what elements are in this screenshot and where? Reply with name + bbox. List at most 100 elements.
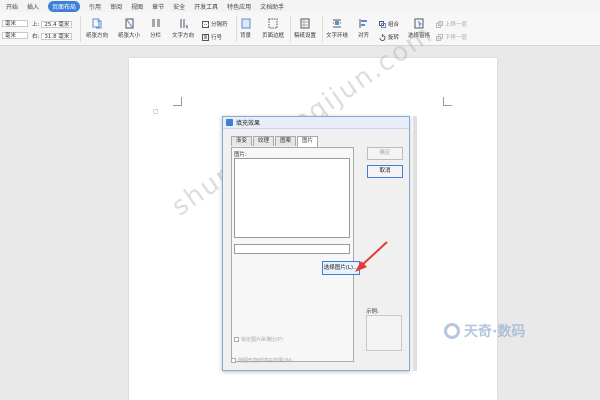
menu-security[interactable]: 安全: [173, 2, 185, 11]
dialog-tabs: 渐变 纹理 图案 图片: [231, 136, 319, 147]
send-backward-label: 下移一层: [445, 35, 468, 41]
margin-bottom-field[interactable]: 毫米: [2, 32, 28, 39]
dialog-title-bar[interactable]: 填充效果: [223, 117, 409, 129]
size-button[interactable]: 纸张大小: [118, 18, 140, 39]
ribbon-separator: [290, 16, 291, 42]
page-margin-corner-top-left: [173, 97, 182, 106]
background-icon: [241, 18, 250, 29]
line-numbers-icon: [202, 33, 209, 41]
send-backward-button[interactable]: 下移一层: [436, 33, 467, 41]
page-borders-label: 页面边框: [262, 33, 285, 39]
menu-features[interactable]: 特色应用: [227, 2, 251, 11]
brand-logo: 天奇·数码: [444, 321, 525, 341]
rotate-with-shape-box: [231, 358, 236, 363]
margin-top-input[interactable]: 25.4 毫米: [41, 20, 73, 28]
ok-button[interactable]: 确定: [367, 147, 403, 160]
group-label: 组合: [388, 22, 400, 28]
margin-top-field[interactable]: 毫米: [2, 20, 28, 27]
send-backward-icon: [436, 33, 443, 41]
margin-top-unit: 毫米: [2, 20, 28, 27]
lock-ratio-label: 锁定图片纵横比(P): [241, 337, 283, 343]
text-wrap-label: 文字环绕: [326, 33, 349, 39]
breaks-button[interactable]: 分隔符: [202, 20, 228, 28]
margin-right-group: 右: 31.8 毫米: [32, 32, 73, 40]
tab-picture[interactable]: 图片: [297, 136, 319, 147]
page-borders-icon: [268, 18, 278, 29]
picture-label: 图片:: [234, 152, 247, 158]
text-wrap-icon: [333, 19, 341, 28]
background-button[interactable]: 背景: [240, 18, 251, 39]
line-numbers-button[interactable]: 行号: [202, 33, 222, 41]
tab-gradient[interactable]: 渐变: [231, 136, 253, 146]
menu-page-layout[interactable]: 页面布局: [48, 0, 81, 12]
menu-start[interactable]: 开始: [6, 2, 18, 11]
background-label: 背景: [240, 33, 252, 39]
draft-settings-button[interactable]: 稿纸设置: [294, 18, 316, 39]
align-label: 对齐: [358, 33, 370, 39]
columns-label: 分栏: [150, 33, 162, 39]
rotate-with-shape-checkbox[interactable]: 随图形旋转填充效果(W): [231, 357, 292, 364]
ribbon-separator: [236, 16, 237, 42]
dialog-title: 填充效果: [236, 120, 261, 127]
margin-right-input[interactable]: 31.8 毫米: [41, 32, 73, 40]
orientation-button[interactable]: 纸张方向: [86, 18, 108, 39]
draft-paper-icon: [300, 18, 310, 29]
columns-button[interactable]: 分栏: [150, 18, 161, 39]
tab-texture[interactable]: 纹理: [253, 136, 275, 146]
menu-references[interactable]: 引用: [89, 2, 101, 11]
logo-text: 天奇·数码: [464, 324, 526, 340]
picture-path-field: [234, 244, 350, 254]
ribbon-separator: [80, 16, 81, 42]
rotate-with-shape-label: 随图形旋转填充效果(W): [238, 358, 292, 364]
menu-insert[interactable]: 插入: [27, 2, 39, 11]
lock-ratio-box: [234, 337, 239, 342]
page-size-icon: [125, 18, 134, 29]
paragraph-icon: ▢: [153, 108, 159, 115]
menu-doc-assistant[interactable]: 文档助手: [260, 2, 284, 11]
bring-forward-icon: [436, 20, 443, 28]
cancel-button[interactable]: 取消: [367, 165, 403, 178]
menu-view[interactable]: 视图: [131, 2, 143, 11]
menu-chapter[interactable]: 章节: [152, 2, 164, 11]
size-label: 纸张大小: [118, 33, 141, 39]
page-margin-corner-top-right: [443, 97, 452, 106]
margin-right-label: 右:: [32, 34, 40, 40]
ribbon: 毫米 上: 25.4 毫米 毫米 右: 31.8 毫米 纸张方向 纸张大小 分栏…: [0, 12, 600, 46]
orientation-label: 纸张方向: [86, 33, 109, 39]
bring-forward-label: 上移一层: [445, 22, 468, 28]
picture-panel: 图片: 选择图片(L)... 锁定图片纵横比(P): [231, 147, 360, 362]
orientation-icon: [92, 18, 102, 29]
align-button[interactable]: 对齐: [358, 18, 369, 39]
margin-top-label: 上:: [32, 22, 40, 28]
picture-preview: [234, 158, 350, 238]
rotate-icon: [379, 33, 386, 41]
app-icon: [226, 119, 233, 126]
draft-settings-label: 稿纸设置: [294, 33, 317, 39]
page-scrollbar[interactable]: [413, 116, 417, 371]
bring-forward-button[interactable]: 上移一层: [436, 20, 467, 28]
margin-bottom-unit: 毫米: [2, 32, 28, 39]
menu-review[interactable]: 审阅: [110, 2, 122, 11]
text-direction-button[interactable]: 文字方向: [172, 18, 194, 39]
margin-top-group: 上: 25.4 毫米: [32, 20, 73, 28]
text-direction-icon: [180, 19, 188, 29]
columns-icon: [151, 19, 160, 27]
group-icon: [379, 20, 386, 28]
text-wrap-button[interactable]: 文字环绕: [326, 18, 348, 39]
group-button[interactable]: 组合: [379, 20, 399, 28]
annotation-arrow-icon: [355, 241, 388, 272]
breaks-label: 分隔符: [211, 22, 228, 28]
menu-developer[interactable]: 开发工具: [194, 2, 218, 11]
align-icon: [359, 19, 367, 28]
lock-ratio-checkbox[interactable]: 锁定图片纵横比(P): [234, 336, 283, 343]
tab-pattern[interactable]: 图案: [275, 136, 297, 146]
logo-ring-icon: [444, 323, 460, 339]
ribbon-separator: [322, 16, 323, 42]
line-numbers-label: 行号: [211, 35, 223, 41]
text-direction-label: 文字方向: [172, 33, 195, 39]
page-borders-button[interactable]: 页面边框: [262, 18, 284, 39]
sample-label: 示例:: [366, 309, 379, 315]
sample-preview: [366, 315, 402, 351]
menu-bar: 开始 插入 页面布局 引用 审阅 视图 章节 安全 开发工具 特色应用 文档助手: [0, 0, 600, 12]
breaks-icon: [202, 20, 209, 28]
